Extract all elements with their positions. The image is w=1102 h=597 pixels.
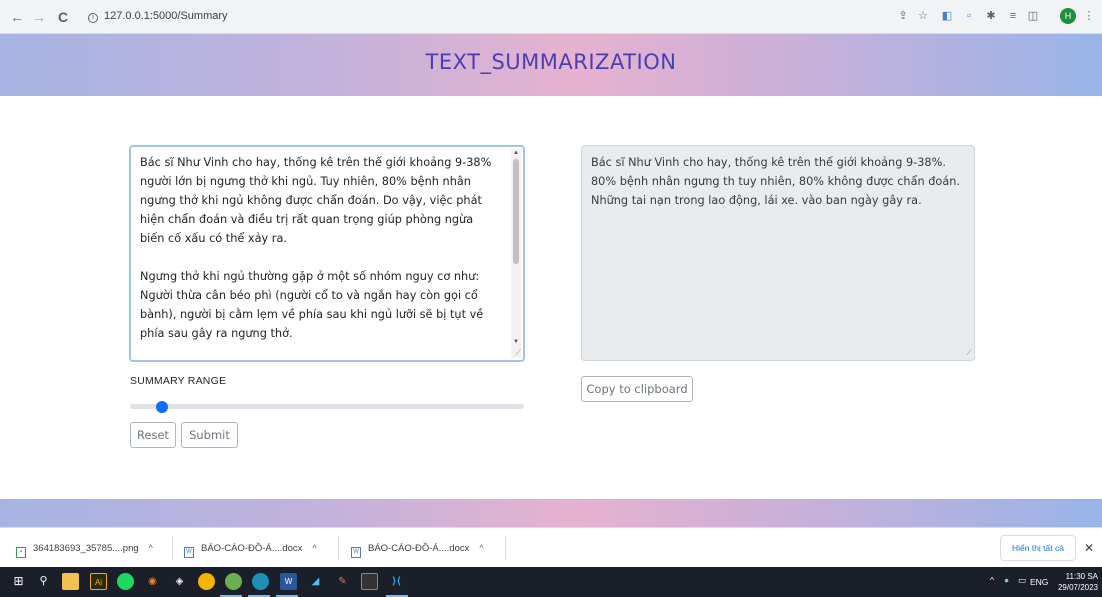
search-icon[interactable]: ⚲ (35, 573, 52, 590)
close-icon[interactable]: ✕ (1084, 541, 1094, 555)
extension-screen-icon[interactable]: ▫ (962, 9, 976, 23)
chrome-icon[interactable] (198, 573, 215, 590)
chevron-up-icon[interactable]: ^ (990, 575, 994, 585)
divider (172, 536, 173, 560)
pen-app-icon[interactable]: ◢ (307, 573, 324, 590)
scroll-down-icon[interactable]: ▼ (512, 338, 520, 346)
site-info-icon[interactable]: i (88, 13, 98, 23)
word-file-icon: W (351, 547, 361, 558)
reading-list-icon[interactable]: ≡ (1006, 9, 1020, 23)
copy-to-clipboard-button[interactable]: Copy to clipboard (581, 376, 693, 402)
page-title: TEXT_SUMMARIZATION (425, 50, 677, 74)
chevron-up-icon[interactable]: ^ (149, 528, 153, 568)
summary-text: Bác sĩ Như Vinh cho hay, thống kê trên t… (591, 156, 961, 207)
paint-app-icon[interactable]: ✎ (334, 573, 351, 590)
download-filename: 364183693_35785....png (33, 543, 139, 554)
summary-output[interactable]: Bác sĩ Như Vinh cho hay, thống kê trên t… (581, 145, 975, 361)
chrome-canary-icon[interactable] (225, 573, 242, 590)
clock[interactable]: 11:30 SA 29/07/2023 (1050, 571, 1098, 593)
side-panel-icon[interactable]: ◫ (1026, 9, 1040, 23)
windows-start-icon[interactable]: ⊞ (10, 573, 27, 590)
spotify-icon[interactable] (117, 573, 134, 590)
summary-range-slider[interactable] (130, 404, 524, 409)
scroll-thumb[interactable] (513, 159, 519, 264)
summary-range-label: SUMMARY RANGE (130, 375, 227, 387)
browser-app-icon[interactable] (252, 573, 269, 590)
reload-icon[interactable]: C (54, 8, 72, 26)
chevron-up-icon[interactable]: ^ (312, 528, 316, 568)
scroll-up-icon[interactable]: ▲ (512, 149, 520, 157)
language-indicator[interactable]: ENG (1030, 577, 1048, 587)
address-bar[interactable]: i 127.0.0.1:5000/Summary (88, 10, 228, 23)
menu-kebab-icon[interactable]: ⋮ (1082, 9, 1096, 23)
battery-icon[interactable]: ▭ (1018, 575, 1026, 586)
input-textarea[interactable]: Bác sĩ Như Vinh cho hay, thống kê trên t… (129, 145, 525, 362)
divider (505, 536, 506, 560)
illustrator-icon[interactable]: Ai (90, 573, 107, 590)
download-item[interactable]: W BÁO-CÁO-ĐỒ-Á....docx ^ (351, 528, 484, 568)
summary-range-thumb[interactable] (155, 401, 168, 413)
image-file-icon: ▪ (16, 547, 26, 558)
page-header: TEXT_SUMMARIZATION (0, 34, 1102, 96)
windows-taskbar: ⊞ ⚲ Ai ◉ ◈ W ◢ ✎ ⟩⟨ ^ ● ▭ ENG 11:30 SA 2… (0, 567, 1102, 597)
download-item[interactable]: ▪ 364183693_35785....png ^ (16, 528, 153, 568)
forward-arrow-icon[interactable]: → (30, 8, 48, 26)
file-explorer-icon[interactable] (62, 573, 79, 590)
reset-button[interactable]: Reset (130, 422, 176, 448)
download-filename: BÁO-CÁO-ĐỒ-Á....docx (368, 543, 470, 554)
resize-grip-icon[interactable]: ⟋ (515, 348, 521, 358)
download-item[interactable]: W BÁO-CÁO-ĐỒ-Á....docx ^ (184, 528, 317, 568)
bookmark-star-icon[interactable]: ☆ (916, 9, 930, 23)
extension-translate-icon[interactable]: ◧ (940, 9, 954, 23)
profile-avatar[interactable]: H (1060, 8, 1076, 24)
textarea-scrollbar[interactable]: ▲ ▼ (511, 149, 521, 358)
resize-grip-icon[interactable]: ⟋ (966, 348, 972, 358)
back-arrow-icon[interactable]: ← (8, 8, 26, 26)
divider (338, 536, 339, 560)
unity-icon[interactable]: ◈ (171, 573, 188, 590)
show-all-downloads-button[interactable]: Hiển thị tất cả (1000, 535, 1076, 561)
input-text[interactable]: Bác sĩ Như Vinh cho hay, thống kê trên t… (131, 147, 523, 360)
extensions-puzzle-icon[interactable]: ✱ (984, 9, 998, 23)
word-file-icon: W (184, 547, 194, 558)
chevron-up-icon[interactable]: ^ (479, 528, 483, 568)
vscode-icon[interactable]: ⟩⟨ (388, 573, 405, 590)
blender-icon[interactable]: ◉ (144, 573, 161, 590)
url-text: 127.0.0.1:5000/Summary (104, 10, 228, 22)
word-icon[interactable]: W (280, 573, 297, 590)
clock-date: 29/07/2023 (1057, 583, 1098, 592)
network-icon[interactable]: ● (1004, 575, 1009, 585)
download-filename: BÁO-CÁO-ĐỒ-Á....docx (201, 543, 303, 554)
download-shelf: ▪ 364183693_35785....png ^ W BÁO-CÁO-ĐỒ-Á..… (0, 527, 1102, 567)
share-icon[interactable]: ⇪ (896, 9, 910, 23)
terminal-icon[interactable] (361, 573, 378, 590)
clock-time: 11:30 SA (1065, 572, 1098, 581)
browser-toolbar: ← → C i 127.0.0.1:5000/Summary ⇪ ☆ ◧ ▫ ✱ … (0, 0, 1102, 34)
submit-button[interactable]: Submit (181, 422, 238, 448)
